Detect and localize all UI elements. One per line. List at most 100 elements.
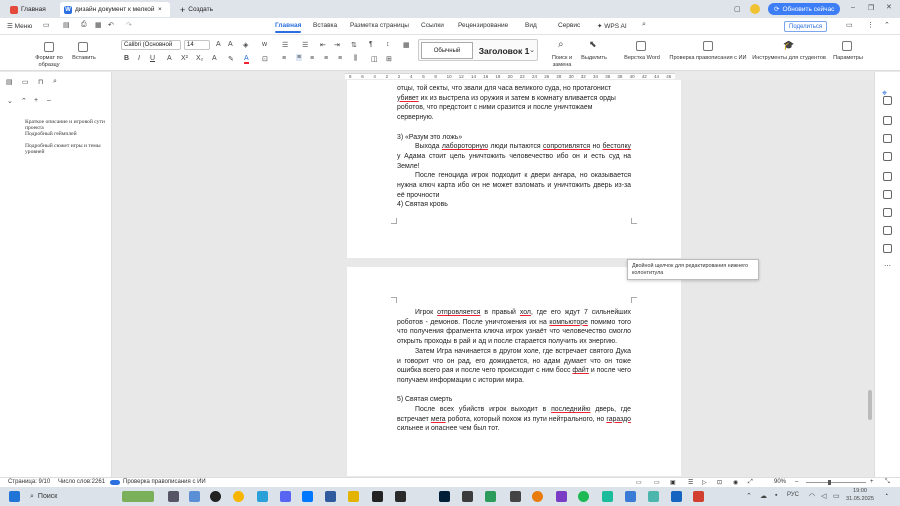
- word-count[interactable]: Число слов:2261: [58, 479, 105, 485]
- close-window-icon[interactable]: ✕: [886, 3, 892, 11]
- app-purple-icon[interactable]: [556, 491, 567, 502]
- table-border-icon[interactable]: ⊞: [386, 55, 392, 63]
- spellcheck-icon[interactable]: [703, 41, 713, 51]
- zoom-slider-handle[interactable]: [828, 480, 831, 485]
- view-print-icon[interactable]: ▭: [636, 479, 642, 486]
- window-layout-icon[interactable]: ▢: [734, 5, 741, 13]
- print-icon[interactable]: ⎙: [81, 21, 87, 29]
- app-dark-icon[interactable]: [372, 491, 383, 502]
- styles-more-icon[interactable]: ⌄: [529, 46, 535, 54]
- font-family-select[interactable]: Calibri (Основной: [121, 40, 181, 50]
- eye-protect-icon[interactable]: ◉: [733, 479, 738, 486]
- word-layout-icon[interactable]: [636, 41, 646, 51]
- update-now-button[interactable]: ⟳ Обновить сейчас: [768, 3, 841, 15]
- share-button[interactable]: Поделиться: [784, 21, 828, 32]
- volume-icon[interactable]: ◁: [821, 492, 826, 500]
- italic-icon[interactable]: I: [138, 55, 140, 62]
- export-pdf-icon[interactable]: [883, 226, 892, 235]
- close-icon[interactable]: ×: [158, 6, 162, 13]
- find-icon[interactable]: ⌕: [558, 39, 564, 50]
- more-options-icon[interactable]: ⋯: [884, 262, 891, 270]
- app-gray-icon[interactable]: [462, 491, 473, 502]
- terminal-icon[interactable]: [395, 491, 406, 502]
- menu-insert[interactable]: Вставка: [313, 22, 337, 29]
- font-color-icon[interactable]: A: [244, 55, 249, 64]
- style-normal[interactable]: Обычный: [421, 42, 473, 59]
- photoshop-icon[interactable]: [439, 491, 450, 502]
- tab-home[interactable]: Главная: [6, 2, 50, 17]
- vk-icon[interactable]: [302, 491, 313, 502]
- main-menu-button[interactable]: ☰ Меню: [7, 22, 32, 30]
- char-border-icon[interactable]: ⊡: [262, 55, 268, 63]
- focus-mode-icon[interactable]: ⊡: [717, 479, 722, 486]
- fullscreen-icon[interactable]: ⤢: [748, 479, 753, 486]
- word-layout-button[interactable]: Верстка Word: [620, 55, 664, 62]
- pane-search-icon[interactable]: ⌕: [53, 78, 57, 86]
- outline-item[interactable]: Подробный геймплей: [25, 131, 77, 137]
- format-painter-icon[interactable]: [44, 42, 54, 52]
- more-icon[interactable]: ⋮: [867, 21, 874, 29]
- fit-page-icon[interactable]: ⤡: [885, 479, 890, 486]
- print-preview-icon[interactable]: ▦: [95, 21, 102, 29]
- select-cursor-icon[interactable]: ⬉: [589, 39, 597, 50]
- app-navy-icon[interactable]: [671, 491, 682, 502]
- unity-icon[interactable]: [510, 491, 521, 502]
- blender-icon[interactable]: [532, 491, 543, 502]
- steam-icon[interactable]: [325, 491, 336, 502]
- zoom-level[interactable]: 90%: [774, 479, 786, 485]
- redo-icon[interactable]: ↷: [126, 21, 132, 29]
- start-icon[interactable]: [9, 491, 20, 502]
- line-spacing-icon[interactable]: ↕: [386, 41, 390, 48]
- wps-office-icon[interactable]: [693, 491, 704, 502]
- undo-icon[interactable]: ↶: [108, 21, 114, 29]
- battery-icon[interactable]: ▭: [833, 492, 840, 500]
- edit-icon[interactable]: [883, 152, 892, 161]
- change-case-icon[interactable]: w: [262, 41, 267, 48]
- thumbnails-icon[interactable]: ▭: [22, 78, 29, 86]
- settings-icon[interactable]: [842, 41, 852, 51]
- tray-cloud-icon[interactable]: ☁: [760, 492, 767, 500]
- outline-item[interactable]: Краткое описание и игровой сути проекта: [25, 119, 111, 131]
- media-player-icon[interactable]: [210, 491, 221, 502]
- paragraph[interactable]: Игрок отпровляется в правый хол, где его…: [397, 308, 631, 434]
- search-icon[interactable]: ⌕: [642, 21, 646, 29]
- app-blue-icon[interactable]: [625, 491, 636, 502]
- vertical-scrollbar-thumb[interactable]: [868, 390, 872, 420]
- view-layout-icon[interactable]: ▣: [670, 479, 676, 486]
- strikethrough-icon[interactable]: A: [167, 55, 172, 62]
- clock-date[interactable]: 31.05.2025: [846, 496, 874, 502]
- align-center-icon[interactable]: ≡: [296, 54, 303, 61]
- student-tools-button[interactable]: Инструменты для студентов: [750, 55, 828, 62]
- tray-app-icon[interactable]: ▪: [775, 492, 777, 499]
- code-icon[interactable]: [883, 172, 892, 181]
- document-canvas[interactable]: отцы, той секты, что звали для часа вели…: [112, 80, 874, 476]
- add-heading-icon[interactable]: +: [34, 97, 38, 104]
- help-icon[interactable]: [883, 244, 892, 253]
- page-10[interactable]: Игрок отпровляется в правый хол, где его…: [347, 267, 681, 476]
- task-view-icon[interactable]: [168, 491, 179, 502]
- maximize-icon[interactable]: ❐: [868, 4, 874, 12]
- numbered-list-icon[interactable]: ☰: [302, 41, 308, 49]
- clear-format-icon[interactable]: ◈: [243, 41, 248, 49]
- shapes-icon[interactable]: [883, 116, 892, 125]
- file-explorer-icon[interactable]: [189, 491, 200, 502]
- align-left-icon[interactable]: ≡: [282, 55, 286, 62]
- spellcheck-status[interactable]: Проверка правописания с ИИ: [123, 479, 206, 485]
- avatar[interactable]: [750, 4, 760, 14]
- distributed-icon[interactable]: ≡: [338, 55, 342, 62]
- grow-font-icon[interactable]: A: [216, 41, 221, 48]
- export-icon[interactable]: ▤: [63, 21, 70, 29]
- widget-icon[interactable]: [122, 491, 154, 502]
- columns-icon[interactable]: ⫼: [354, 55, 357, 63]
- zoom-out-icon[interactable]: –: [795, 479, 798, 485]
- outline-view-icon[interactable]: ▤: [6, 78, 13, 86]
- tab-new[interactable]: + Создать: [176, 2, 217, 17]
- collapse-up-icon[interactable]: ⌃: [21, 97, 27, 105]
- view-web-icon[interactable]: ▭: [654, 479, 660, 486]
- spellcheck-toggle[interactable]: [110, 480, 120, 485]
- tray-chevron-icon[interactable]: ⌃: [746, 492, 752, 500]
- save-icon[interactable]: ▭: [43, 21, 50, 29]
- menu-wps-ai[interactable]: ✦ WPS AI: [597, 22, 627, 30]
- app-green-icon[interactable]: [485, 491, 496, 502]
- align-right-icon[interactable]: ≡: [310, 55, 314, 62]
